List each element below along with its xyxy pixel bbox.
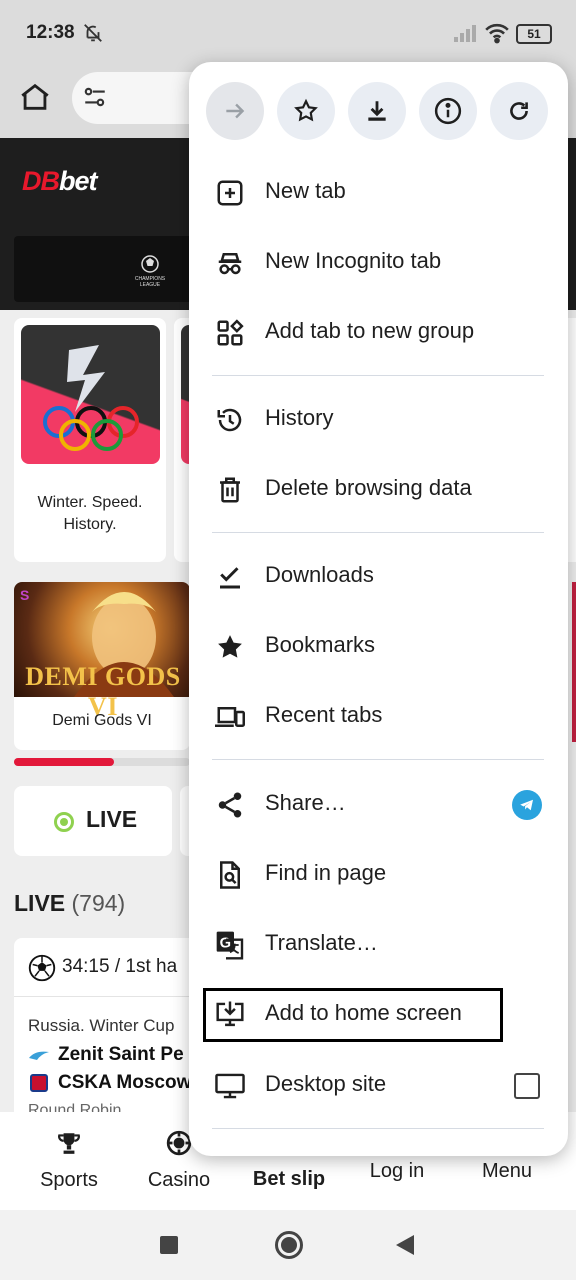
menu-item-translate[interactable]: G Translate… (189, 910, 568, 980)
forward-icon[interactable] (206, 82, 264, 140)
bell-muted-icon (82, 22, 104, 49)
trash-icon (213, 473, 247, 507)
bookmark-star-icon[interactable] (277, 82, 335, 140)
menu-separator (212, 759, 544, 760)
download-icon[interactable] (348, 82, 406, 140)
home-button-icon[interactable] (275, 1231, 303, 1259)
menu-item-new-incognito-tab[interactable]: New Incognito tab (189, 228, 568, 298)
devices-icon (213, 700, 247, 734)
menu-item-label: Downloads (265, 562, 374, 587)
team-away: CSKA Moscow (58, 1072, 192, 1093)
team-home: Zenit Saint Pe (58, 1044, 184, 1065)
menu-item-desktop-site[interactable]: Desktop site (189, 1051, 568, 1121)
trophy-icon (58, 1133, 80, 1154)
svg-text:G: G (220, 936, 231, 952)
menu-item-new-tab[interactable]: New tab (189, 158, 568, 228)
highlight-box (203, 988, 503, 1042)
nav-label: Log in (369, 1160, 425, 1182)
info-icon[interactable] (419, 82, 477, 140)
game-card-partial-right-2[interactable] (572, 582, 576, 742)
menu-separator (212, 375, 544, 376)
recents-button-icon[interactable] (160, 1236, 178, 1254)
site-settings-icon[interactable] (82, 84, 108, 115)
live-section-title: LIVE (794) (14, 890, 126, 916)
live-button-label: LIVE (86, 806, 138, 832)
history-icon (213, 403, 247, 437)
menu-item-label: Desktop site (265, 1071, 387, 1096)
menu-item-find-in-page[interactable]: Find in page (189, 840, 568, 910)
svg-text:S: S (20, 587, 29, 603)
battery-indicator: 51 (516, 24, 552, 44)
menu-item-history[interactable]: History (189, 385, 568, 455)
desktop-site-checkbox[interactable] (514, 1073, 540, 1099)
nav-label: Casino (147, 1169, 211, 1191)
downloads-check-icon (213, 560, 247, 594)
menu-item-label: Delete browsing data (265, 475, 472, 500)
tab-group-icon (213, 316, 247, 350)
menu-item-label: Add tab to new group (265, 318, 475, 343)
menu-item-add-tab-to-group[interactable]: Add tab to new group (189, 298, 568, 368)
dbbet-logo[interactable]: DBbet (22, 166, 97, 197)
menu-item-label: Recent tabs (265, 702, 383, 727)
menu-item-label: Translate… (265, 930, 378, 955)
bookmarks-star-icon (213, 630, 247, 664)
menu-separator (212, 532, 544, 533)
home-icon[interactable] (18, 80, 52, 119)
menu-item-label: Find in page (265, 860, 387, 885)
translate-icon: G (213, 928, 247, 962)
game-card-title: Demi Gods VI (52, 712, 152, 729)
back-button-icon[interactable] (396, 1235, 414, 1255)
new-tab-icon (213, 176, 247, 210)
menu-item-recent-tabs[interactable]: Recent tabs (189, 682, 568, 752)
menu-item-share[interactable]: Share… (189, 770, 568, 840)
menu-item-downloads[interactable]: Downloads (189, 542, 568, 612)
menu-item-label: New tab (265, 178, 346, 203)
menu-item-label: Bookmarks (265, 632, 376, 657)
match-league: Russia. Winter Cup (28, 1016, 175, 1035)
soccer-ball-icon (28, 954, 56, 987)
menu-item-label: History (265, 405, 334, 430)
menu-item-label: Share… (265, 790, 346, 815)
carousel-progress (14, 758, 114, 766)
menu-item-label: New Incognito tab (265, 248, 442, 273)
status-time: 12:38 (26, 22, 75, 43)
game-card-title: Winter. Speed. History. (37, 494, 143, 533)
menu-item-delete-browsing-data[interactable]: Delete browsing data (189, 455, 568, 525)
nav-label: Menu (481, 1160, 533, 1182)
reload-icon[interactable] (490, 82, 548, 140)
nav-sports[interactable]: Sports (14, 1130, 124, 1192)
zenit-logo-icon (28, 1048, 50, 1062)
share-icon (213, 788, 247, 822)
nav-label: Bet slip (252, 1168, 326, 1190)
desktop-icon (213, 1069, 247, 1103)
champions-league-logo: CHAMPIONS LEAGUE (130, 250, 170, 290)
match-time: 34:15 / 1st ha (62, 956, 178, 977)
cska-logo-icon (30, 1074, 48, 1092)
wifi-icon (484, 22, 510, 49)
winter-games-image (21, 325, 160, 464)
telegram-icon[interactable] (512, 790, 542, 820)
svg-text:LEAGUE: LEAGUE (140, 282, 161, 288)
incognito-icon (213, 246, 247, 280)
menu-separator (212, 1128, 544, 1129)
nav-label: Sports (40, 1169, 98, 1191)
divider (14, 996, 194, 997)
live-indicator-icon (54, 812, 74, 832)
find-in-page-icon (213, 858, 247, 892)
menu-item-bookmarks[interactable]: Bookmarks (189, 612, 568, 682)
signal-icon (454, 24, 478, 47)
